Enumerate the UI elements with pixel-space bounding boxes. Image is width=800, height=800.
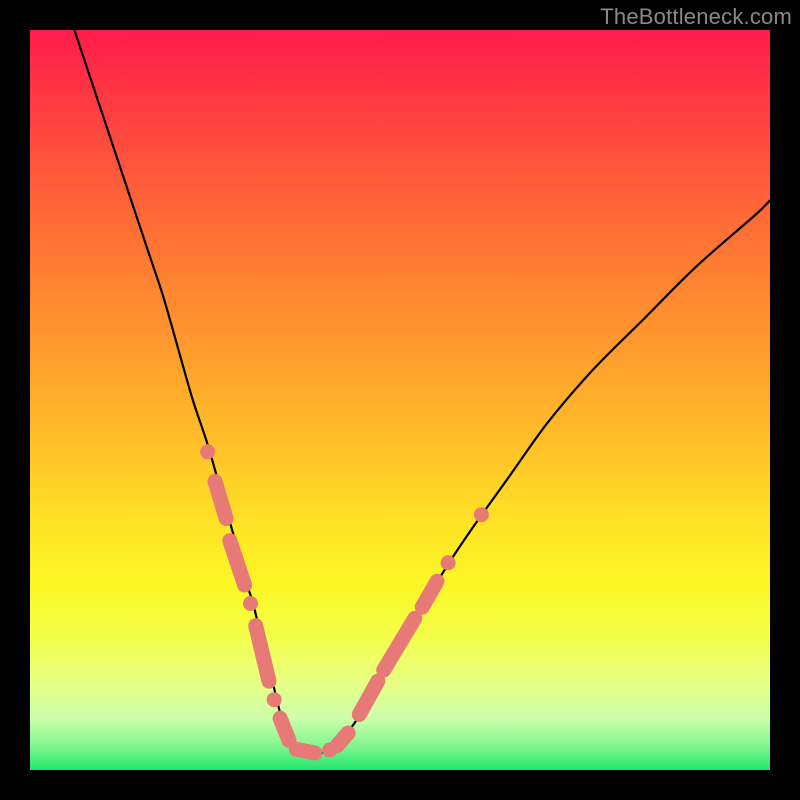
curve-marker-capsule [337,733,348,746]
curve-marker-capsule [422,581,437,607]
curve-marker-capsule [256,626,269,682]
curve-marker-capsule [230,541,245,585]
chart-stage: TheBottleneck.com [0,0,800,800]
curve-marker-capsule [280,718,289,740]
curve-marker-dot [441,555,456,570]
curve-marker-dot [267,692,282,707]
curve-markers [200,444,489,757]
curve-marker-dot [200,444,215,459]
watermark-text: TheBottleneck.com [600,4,792,30]
bottleneck-curve-path [74,30,770,754]
curve-marker-capsule [296,749,315,753]
curve-marker-dot [474,507,489,522]
curve-marker-capsule [384,618,415,670]
curve-marker-capsule [359,681,378,714]
bottleneck-curve-svg [30,30,770,770]
curve-marker-capsule [215,481,226,518]
curve-marker-dot [243,596,258,611]
